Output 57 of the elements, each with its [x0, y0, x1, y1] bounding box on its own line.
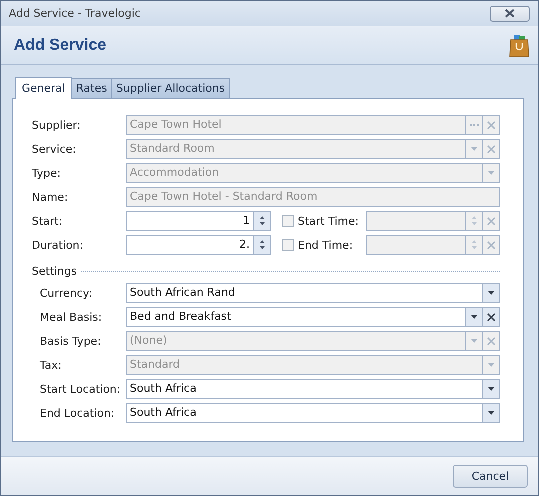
combo-box[interactable]: Bed and Breakfast: [126, 307, 500, 327]
cancel-button[interactable]: Cancel: [453, 464, 528, 488]
field-label: Start Location:: [40, 382, 122, 396]
combo-box[interactable]: South Africa: [126, 379, 500, 399]
dropdown-arrow-icon: [470, 147, 478, 151]
spin-field[interactable]: 1: [126, 211, 271, 231]
spin-arrows-icon: [472, 240, 476, 250]
field-label: Duration:: [32, 238, 84, 252]
spin-arrows-icon: [260, 216, 264, 226]
dropdown-arrow-icon: [470, 339, 478, 343]
field-label: Start:: [32, 214, 64, 228]
dropdown-button[interactable]: [482, 380, 499, 398]
spin-arrows-icon: [472, 216, 476, 226]
dropdown-arrow-icon: [488, 291, 494, 295]
tab[interactable]: Supplier Allocations: [111, 78, 230, 98]
dropdown-arrow-icon: [488, 171, 494, 175]
field-label: Currency:: [40, 286, 94, 300]
clear-icon: [486, 336, 496, 346]
checkbox[interactable]: [282, 239, 294, 251]
spin-button[interactable]: [253, 236, 270, 254]
section-title: Settings: [32, 265, 78, 278]
checkbox[interactable]: [282, 215, 294, 227]
field-label: Basis Type:: [40, 334, 102, 348]
spin-arrows-icon: [260, 240, 264, 250]
tab[interactable]: Rates: [71, 78, 112, 98]
dropdown-button[interactable]: [465, 308, 482, 326]
close-button[interactable]: [490, 6, 530, 22]
dropdown-arrow-icon: [470, 315, 478, 319]
field-label: End Location:: [40, 406, 116, 420]
spin-field[interactable]: 2.: [126, 235, 271, 255]
clear-icon: [486, 240, 496, 250]
clear-icon: [486, 216, 496, 226]
field-label: Tax:: [40, 358, 63, 372]
combo-box[interactable]: South Africa: [126, 403, 500, 423]
dropdown-arrow-icon: [488, 411, 494, 415]
field-label: Name:: [32, 190, 70, 204]
tab[interactable]: General: [15, 77, 72, 99]
clear-button[interactable]: [482, 308, 499, 326]
clear-icon: [486, 120, 496, 130]
clear-icon: [486, 144, 496, 154]
field-label: Service:: [32, 142, 78, 156]
clear-icon: [486, 312, 496, 322]
dropdown-button[interactable]: [482, 284, 499, 302]
dropdown-arrow-icon: [488, 363, 494, 367]
field-label: Type:: [32, 166, 62, 180]
dropdown-button[interactable]: [482, 404, 499, 422]
checkbox-label: End Time:: [298, 238, 354, 252]
field-label: Meal Basis:: [40, 310, 104, 324]
dropdown-arrow-icon: [488, 387, 494, 391]
shopping-bag-icon: [509, 34, 530, 58]
spin-button[interactable]: [253, 212, 270, 230]
dialog-heading: Add Service: [14, 36, 106, 54]
combo-box[interactable]: South African Rand: [126, 283, 500, 303]
field-label: Supplier:: [32, 118, 82, 132]
window-title: Add Service - Travelogic: [9, 7, 141, 20]
checkbox-label: Start Time:: [298, 214, 360, 228]
close-icon: [505, 9, 515, 18]
